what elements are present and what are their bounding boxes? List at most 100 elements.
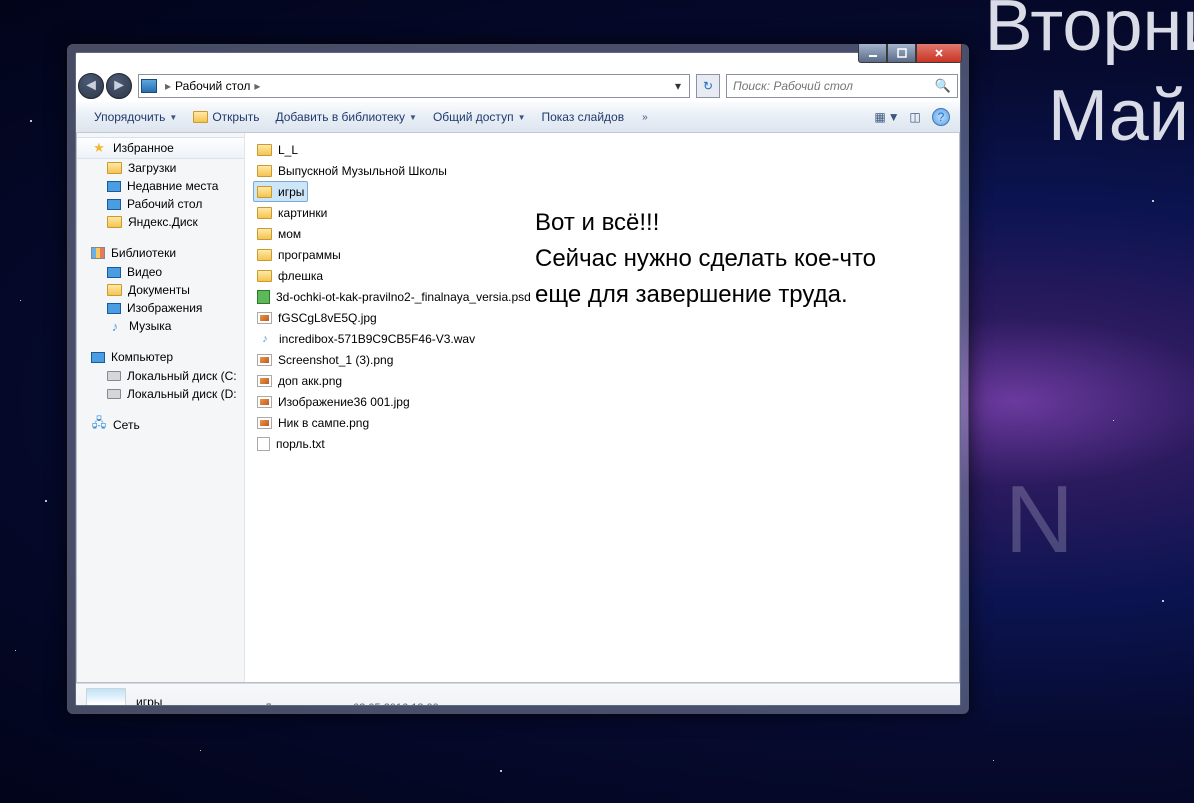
libraries-header[interactable]: Библиотеки: [77, 243, 244, 263]
file-name: fGSCgL8vE5Q.jpg: [278, 311, 377, 325]
details-name: игры: [136, 695, 226, 706]
window-controls: [858, 44, 962, 64]
search-icon[interactable]: 🔍: [935, 78, 951, 94]
psd-icon: [257, 290, 270, 304]
address-bar[interactable]: ▸ Рабочий стол ▸ ▾: [138, 74, 690, 98]
sidebar-item-documents[interactable]: Документы: [77, 281, 244, 299]
help-button[interactable]: ?: [932, 108, 950, 126]
folder-icon: [107, 216, 122, 228]
file-name: Ник в сампе.png: [278, 416, 369, 430]
file-item[interactable]: доп акк.png: [253, 370, 951, 391]
sidebar-item-images[interactable]: Изображения: [77, 299, 244, 317]
navigation-bar: ◄ ► ▸ Рабочий стол ▸ ▾ ↻ 🔍: [76, 71, 960, 101]
file-item[interactable]: Screenshot_1 (3).png: [253, 349, 951, 370]
disk-icon: [107, 389, 121, 399]
forward-button[interactable]: ►: [106, 73, 132, 99]
refresh-button[interactable]: ↻: [696, 74, 720, 98]
file-name: L_L: [278, 143, 298, 157]
sidebar-item-music[interactable]: ♪Музыка: [77, 317, 244, 335]
address-dropdown[interactable]: ▾: [669, 79, 687, 93]
sidebar-item-recent[interactable]: Недавние места: [77, 177, 244, 195]
toolbar-overflow[interactable]: »: [642, 112, 648, 123]
desktop-clock-day: Вторник: [985, 0, 1194, 67]
sidebar-item-drive-c[interactable]: Локальный диск (С:: [77, 367, 244, 385]
network-header[interactable]: 🖧Сеть: [77, 415, 244, 435]
maximize-button[interactable]: [887, 44, 916, 63]
library-icon: [91, 247, 105, 259]
image-icon: [257, 417, 272, 429]
preview-pane-button[interactable]: ◫: [904, 106, 926, 128]
folder-icon: [257, 228, 272, 240]
desktop-clock-month: Май: [1048, 75, 1189, 157]
audio-icon: ♪: [257, 332, 273, 346]
file-item[interactable]: игры: [253, 181, 308, 202]
file-name: мом: [278, 227, 301, 241]
breadcrumb-sep: ▸: [254, 79, 260, 93]
computer-header[interactable]: Компьютер: [77, 347, 244, 367]
file-item[interactable]: Выпускной Музыльной Школы: [253, 160, 951, 181]
image-icon: [257, 354, 272, 366]
image-icon: [257, 396, 272, 408]
recent-icon: [107, 181, 121, 192]
file-name: программы: [278, 248, 341, 262]
search-box[interactable]: 🔍: [726, 74, 958, 98]
breadcrumb-location[interactable]: Рабочий стол: [175, 79, 250, 93]
search-input[interactable]: [733, 79, 935, 93]
file-name: картинки: [278, 206, 327, 220]
sidebar-item-drive-d[interactable]: Локальный диск (D:: [77, 385, 244, 403]
details-thumbnail: [86, 688, 126, 706]
open-button[interactable]: Открыть: [185, 107, 267, 127]
add-to-library-menu[interactable]: Добавить в библиотеку▼: [267, 107, 424, 127]
disk-icon: [107, 371, 121, 381]
close-button[interactable]: [916, 44, 962, 63]
location-icon: [141, 79, 157, 93]
explorer-window: ◄ ► ▸ Рабочий стол ▸ ▾ ↻ 🔍 Упорядочить▼ …: [67, 44, 969, 714]
file-item[interactable]: Изображение36 001.jpg: [253, 391, 951, 412]
file-name: incredibox-571B9C9CB5F46-V3.wav: [279, 332, 475, 346]
documents-icon: [107, 284, 122, 296]
file-item[interactable]: порль.txt: [253, 433, 951, 454]
computer-icon: [91, 352, 105, 363]
share-menu[interactable]: Общий доступ▼: [425, 107, 534, 127]
desktop-icon: [107, 199, 121, 210]
folder-icon: [257, 270, 272, 282]
image-icon: [257, 375, 272, 387]
text-icon: [257, 437, 270, 451]
folder-icon: [107, 162, 122, 174]
details-metadata: Дата изменения: 03.05.2016 18:00: [264, 702, 438, 706]
music-icon: ♪: [107, 319, 123, 333]
folder-icon: [257, 165, 272, 177]
back-button[interactable]: ◄: [78, 73, 104, 99]
open-icon: [193, 111, 208, 123]
minimize-button[interactable]: [858, 44, 887, 63]
annotation-text: Вот и всё!!! Сейчас нужно сделать кое-чт…: [535, 205, 876, 313]
file-name: доп акк.png: [278, 374, 342, 388]
file-name: порль.txt: [276, 437, 325, 451]
file-name: игры: [278, 185, 304, 199]
video-icon: [107, 267, 121, 278]
toolbar: Упорядочить▼ Открыть Добавить в библиоте…: [76, 101, 960, 133]
folder-icon: [257, 249, 272, 261]
star-icon: ★: [91, 141, 107, 155]
folder-icon: [257, 186, 272, 198]
favorites-header[interactable]: ★Избранное: [77, 137, 244, 159]
slideshow-button[interactable]: Показ слайдов: [533, 107, 632, 127]
file-item[interactable]: L_L: [253, 139, 951, 160]
organize-menu[interactable]: Упорядочить▼: [86, 107, 185, 127]
folder-icon: [257, 207, 272, 219]
file-name: Выпускной Музыльной Школы: [278, 164, 447, 178]
image-icon: [257, 312, 272, 324]
file-name: флешка: [278, 269, 323, 283]
sidebar-item-video[interactable]: Видео: [77, 263, 244, 281]
file-pane[interactable]: L_L Выпускной Музыльной Школы игры картинки…: [245, 133, 959, 682]
file-item[interactable]: Ник в сампе.png: [253, 412, 951, 433]
sidebar-item-yandex[interactable]: Яндекс.Диск: [77, 213, 244, 231]
file-name: 3d-ochki-ot-kak-pravilno2-_finalnaya_ver…: [276, 290, 531, 304]
sidebar-item-desktop[interactable]: Рабочий стол: [77, 195, 244, 213]
sidebar-item-downloads[interactable]: Загрузки: [77, 159, 244, 177]
file-item[interactable]: ♪ incredibox-571B9C9CB5F46-V3.wav: [253, 328, 951, 349]
desktop-glyph: N: [1005, 465, 1074, 575]
view-mode-button[interactable]: ▦▼: [876, 106, 898, 128]
images-icon: [107, 303, 121, 314]
folder-icon: [257, 144, 272, 156]
